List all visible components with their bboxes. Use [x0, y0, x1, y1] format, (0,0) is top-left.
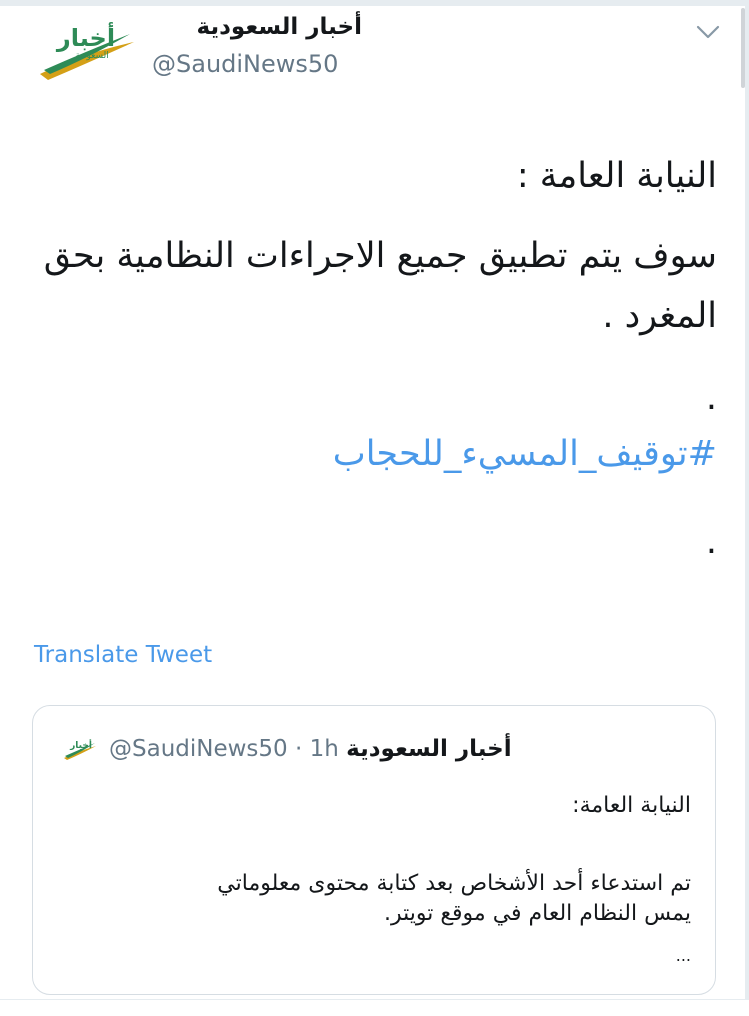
top-divider: [0, 0, 749, 6]
quoted-line-3: يمس النظام العام في موقع تويتر.: [383, 901, 691, 926]
tweet-line-2: سوف يتم تطبيق جميع الاجراءات النظامية بح…: [43, 236, 717, 336]
bottom-divider: [0, 999, 749, 1016]
tweet-line-5: .: [705, 522, 717, 562]
quoted-tweet-card[interactable]: أخبار أخبار السعودية @SaudiNews50 · 1h ا…: [32, 705, 716, 995]
quoted-handle-time[interactable]: @SaudiNews50 · 1h: [109, 736, 339, 762]
quoted-time[interactable]: · 1h: [295, 736, 339, 762]
tweet-line-1: النيابة العامة :: [516, 156, 717, 196]
quoted-logo-text: أخبار: [69, 739, 92, 751]
scrollbar-track[interactable]: [745, 0, 749, 1016]
tweet-line-3: .: [705, 378, 717, 418]
author-display-name[interactable]: أخبار السعودية: [152, 14, 362, 40]
quoted-display-name[interactable]: أخبار السعودية: [346, 736, 511, 762]
quoted-ellipsis: ...: [675, 946, 691, 965]
scrollbar-thumb[interactable]: [741, 8, 745, 88]
author-avatar[interactable]: أخبار السعودية: [30, 14, 142, 86]
logo-text: أخبار: [56, 22, 115, 52]
quoted-header: أخبار السعودية @SaudiNews50 · 1h: [109, 736, 569, 762]
saudi-news-logo-icon: أخبار السعودية: [40, 22, 134, 80]
quoted-line-1: النيابة العامة:: [572, 793, 691, 818]
translate-tweet-link[interactable]: Translate Tweet: [34, 642, 212, 668]
chevron-down-icon[interactable]: [688, 22, 728, 42]
logo-subtext: السعودية: [75, 51, 109, 61]
author-handle[interactable]: @SaudiNews50: [152, 50, 338, 78]
quoted-handle[interactable]: @SaudiNews50: [109, 736, 288, 762]
hashtag-link[interactable]: #توقيف_المسيء_للحجاب: [27, 424, 717, 484]
quoted-avatar-icon: أخبار: [64, 739, 96, 760]
